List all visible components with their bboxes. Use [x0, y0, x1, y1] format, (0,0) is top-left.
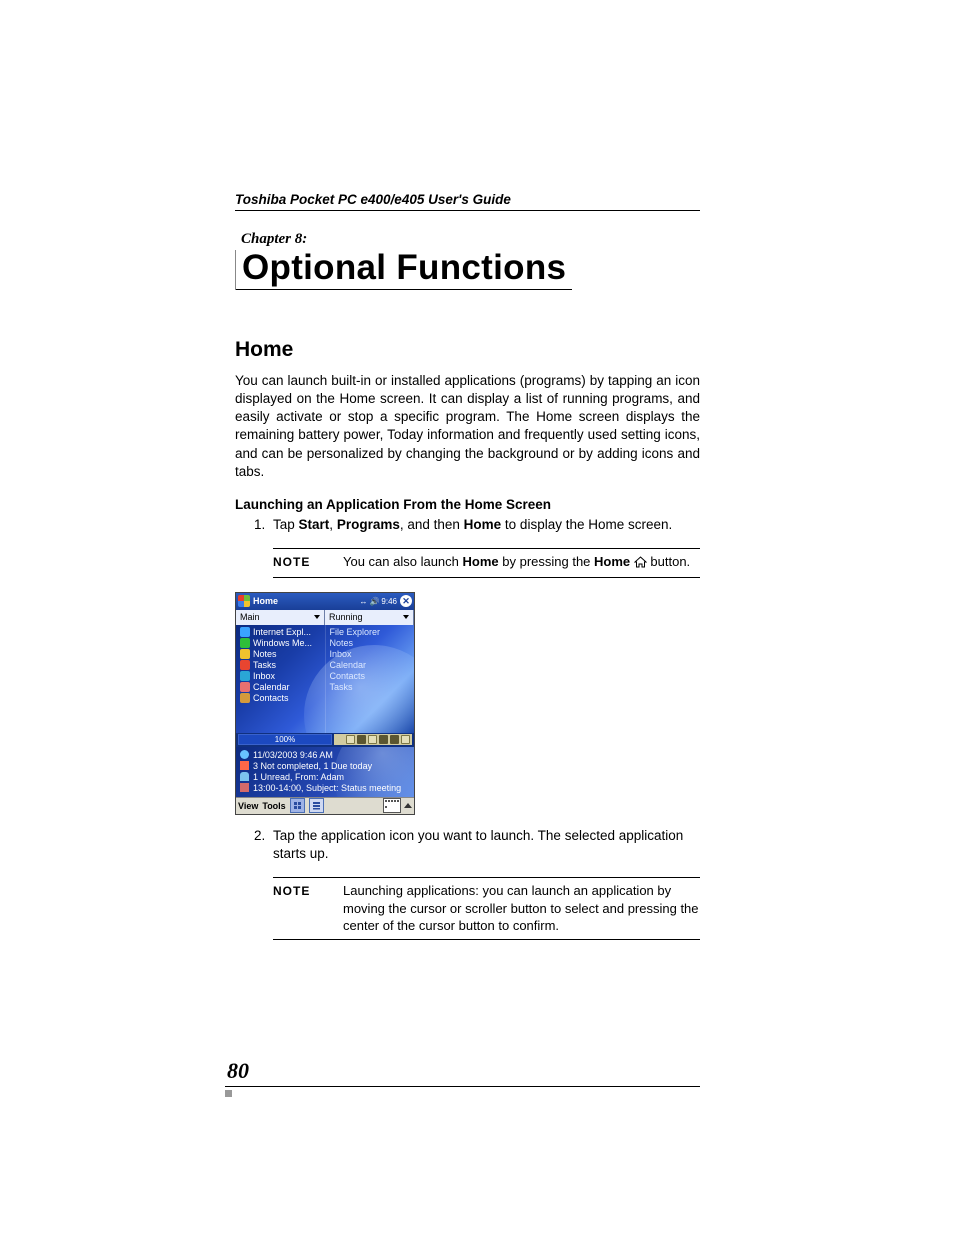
today-panel: 11/03/2003 9:46 AM 3 Not completed, 1 Du…	[236, 747, 414, 797]
section-title-home: Home	[235, 338, 700, 362]
close-icon[interactable]: ✕	[400, 595, 412, 607]
bottom-bar: View Tools	[236, 797, 414, 814]
mid-bar: 100%	[236, 733, 414, 747]
app-tasks[interactable]: Tasks	[240, 660, 321, 670]
today-mail[interactable]: 1 Unread, From: Adam	[240, 772, 410, 782]
app-calendar[interactable]: Calendar	[240, 682, 321, 692]
pocketpc-screenshot: Home ↔ 🔊 9:46 ✕ Main Running Internet Ex…	[235, 592, 415, 815]
running-header: Toshiba Pocket PC e400/e405 User's Guide	[235, 192, 700, 207]
note-2: NOTE Launching applications: you can lau…	[273, 877, 700, 940]
apps-column: Internet Expl... Windows Me... Notes Tas…	[236, 625, 326, 733]
menu-view[interactable]: View	[238, 801, 258, 811]
footer-rule	[225, 1086, 700, 1087]
page-number: 80	[225, 1058, 700, 1084]
notes-icon	[240, 649, 250, 659]
connectivity-icon: ↔	[359, 597, 367, 606]
running-tasks[interactable]: Tasks	[330, 682, 411, 692]
note-1-text: You can also launch Home by pressing the…	[343, 553, 700, 573]
running-notes[interactable]: Notes	[330, 638, 411, 648]
running-file-explorer[interactable]: File Explorer	[330, 627, 411, 637]
workspace: Internet Expl... Windows Me... Notes Tas…	[236, 625, 414, 733]
calendar-icon	[240, 682, 250, 692]
subheading-launching: Launching an Application From the Home S…	[235, 497, 700, 512]
chapter-title: Optional Functions	[236, 250, 572, 290]
header-rule	[235, 210, 700, 211]
app-windows-media[interactable]: Windows Me...	[240, 638, 321, 648]
running-column: File Explorer Notes Inbox Calendar Conta…	[326, 625, 415, 733]
running-contacts[interactable]: Contacts	[330, 671, 411, 681]
view-icon-list[interactable]	[309, 798, 324, 813]
app-inbox[interactable]: Inbox	[240, 671, 321, 681]
battery-bar[interactable]: 100%	[238, 734, 332, 745]
setting-icon[interactable]	[401, 735, 410, 744]
sip-keyboard-icon[interactable]	[383, 798, 401, 813]
chapter-label: Chapter 8:	[235, 231, 700, 248]
chevron-down-icon	[314, 615, 320, 619]
tab-row: Main Running	[236, 610, 414, 625]
start-icon[interactable]	[238, 595, 250, 607]
sip-up-icon[interactable]	[404, 803, 412, 808]
page-footer: 80	[225, 1058, 700, 1097]
running-calendar[interactable]: Calendar	[330, 660, 411, 670]
setting-icon[interactable]	[346, 735, 355, 744]
note-label: NOTE	[273, 882, 343, 899]
clock-text: 9:46	[381, 597, 397, 606]
steps-list-cont: Tap the application icon you want to lau…	[235, 827, 700, 863]
titlebar: Home ↔ 🔊 9:46 ✕	[236, 593, 414, 610]
setting-icon[interactable]	[368, 735, 377, 744]
task-icon	[240, 761, 249, 770]
step-2: Tap the application icon you want to lau…	[269, 827, 700, 863]
ie-icon	[240, 627, 250, 637]
home-intro-paragraph: You can launch built-in or installed app…	[235, 372, 700, 481]
note-2-text: Launching applications: you can launch a…	[343, 882, 700, 935]
setting-icon[interactable]	[357, 735, 366, 744]
appt-icon	[240, 783, 249, 792]
note-label: NOTE	[273, 553, 343, 570]
media-icon	[240, 638, 250, 648]
today-tasks[interactable]: 3 Not completed, 1 Due today	[240, 761, 410, 771]
clock-icon	[240, 750, 249, 759]
tab-running[interactable]: Running	[325, 610, 414, 625]
inbox-icon	[240, 671, 250, 681]
running-inbox[interactable]: Inbox	[330, 649, 411, 659]
titlebar-title: Home	[253, 596, 356, 606]
view-icon-large[interactable]	[290, 798, 305, 813]
setting-icon[interactable]	[379, 735, 388, 744]
note-1: NOTE You can also launch Home by pressin…	[273, 548, 700, 578]
setting-icons-strip	[334, 734, 412, 745]
status-icons: ↔ 🔊 9:46	[359, 597, 397, 606]
tasks-icon	[240, 660, 250, 670]
today-appointment[interactable]: 13:00-14:00, Subject: Status meeting	[240, 783, 410, 793]
footer-marker	[225, 1090, 232, 1097]
today-datetime[interactable]: 11/03/2003 9:46 AM	[240, 750, 410, 760]
app-internet-explorer[interactable]: Internet Expl...	[240, 627, 321, 637]
speaker-icon: 🔊	[369, 597, 379, 606]
home-icon	[634, 555, 647, 573]
contacts-icon	[240, 693, 250, 703]
battery-percent: 100%	[239, 735, 331, 744]
setting-icon[interactable]	[390, 735, 399, 744]
app-contacts[interactable]: Contacts	[240, 693, 321, 703]
menu-tools[interactable]: Tools	[262, 801, 285, 811]
mail-icon	[240, 772, 249, 781]
steps-list: Tap Start, Programs, and then Home to di…	[235, 516, 700, 534]
tab-main[interactable]: Main	[236, 610, 325, 625]
chapter-block: Chapter 8: Optional Functions	[235, 231, 700, 290]
chevron-down-icon	[403, 615, 409, 619]
step-1: Tap Start, Programs, and then Home to di…	[269, 516, 700, 534]
app-notes[interactable]: Notes	[240, 649, 321, 659]
